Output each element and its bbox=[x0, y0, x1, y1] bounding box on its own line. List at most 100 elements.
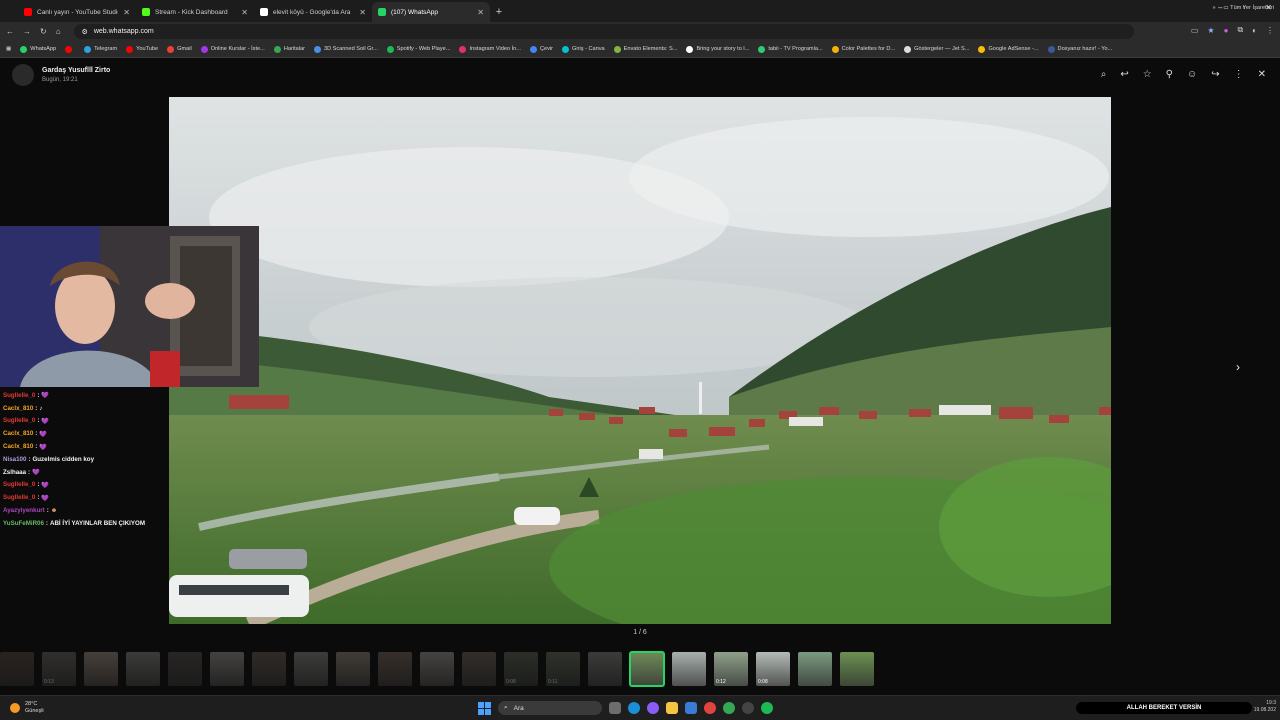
forward-icon[interactable]: → bbox=[23, 27, 31, 36]
media-thumbnail[interactable] bbox=[294, 652, 328, 686]
weather-widget[interactable]: 28°C Güneşli bbox=[10, 701, 44, 714]
bookmark-star-icon[interactable]: ★ bbox=[1207, 26, 1214, 35]
home-icon[interactable]: ⌂ bbox=[56, 27, 61, 36]
back-icon[interactable]: ← bbox=[6, 27, 14, 36]
pin-icon[interactable]: ⚲ bbox=[1166, 69, 1173, 80]
media-thumbnail[interactable] bbox=[0, 652, 34, 686]
tab-close-icon[interactable]: ✕ bbox=[359, 8, 366, 17]
extensions-puzzle-icon[interactable]: ⧉ bbox=[1237, 25, 1243, 35]
media-thumbnail[interactable]: 0:08 bbox=[504, 652, 538, 686]
media-thumbnail[interactable] bbox=[210, 652, 244, 686]
react-emoji-icon[interactable]: ☺ bbox=[1187, 69, 1197, 80]
chrome-icon[interactable] bbox=[704, 702, 716, 714]
all-bookmarks-link[interactable]: Tüm Yer İşaretleri bbox=[1230, 5, 1274, 11]
media-thumbnail[interactable] bbox=[462, 652, 496, 686]
media-thumbnail[interactable] bbox=[798, 652, 832, 686]
taskbar-search[interactable]: ⌕ Ara bbox=[498, 701, 602, 715]
browser-tab[interactable]: (107) WhatsApp ✕ bbox=[372, 2, 490, 22]
address-bar[interactable]: ⚙ web.whatsapp.com bbox=[73, 24, 1134, 39]
media-thumbnail[interactable]: 0:11 bbox=[546, 652, 580, 686]
media-thumbnail[interactable] bbox=[378, 652, 412, 686]
profile-avatar-icon[interactable]: ◐ bbox=[1252, 26, 1257, 35]
chat-username[interactable]: Zslhaaa bbox=[3, 469, 26, 476]
media-thumbnail[interactable] bbox=[252, 652, 286, 686]
spotify-icon[interactable] bbox=[761, 702, 773, 714]
bookmark-favicon-icon bbox=[386, 45, 394, 53]
media-thumbnail[interactable]: 0:13 bbox=[42, 652, 76, 686]
new-tab-button[interactable]: + bbox=[490, 2, 508, 22]
star-icon[interactable]: ☆ bbox=[1143, 69, 1152, 80]
contact-avatar[interactable] bbox=[12, 64, 34, 86]
reload-icon[interactable]: ↻ bbox=[40, 27, 47, 36]
chat-username[interactable]: Caclx_810 bbox=[3, 430, 33, 437]
clock-time: 19:3 bbox=[1266, 700, 1276, 706]
explorer-icon[interactable] bbox=[666, 702, 678, 714]
system-clock[interactable]: 19:3 19.08.202 bbox=[1254, 700, 1276, 714]
bookmark-item[interactable]: Spotify - Web Playe... bbox=[386, 45, 450, 53]
bookmark-item[interactable]: tabii - TV Programla... bbox=[758, 45, 823, 53]
obs-icon[interactable] bbox=[742, 702, 754, 714]
apps-grid-icon[interactable]: ▦ bbox=[6, 46, 11, 52]
copilot-icon[interactable] bbox=[647, 702, 659, 714]
site-info-icon[interactable]: ⚙ bbox=[82, 28, 88, 36]
start-button[interactable] bbox=[478, 701, 491, 715]
extension-icon[interactable]: ● bbox=[1224, 26, 1229, 35]
browser-tab[interactable]: elevit köyü - Google'da Ara ✕ bbox=[254, 2, 372, 22]
media-thumbnail[interactable]: 0:08 bbox=[756, 652, 790, 686]
bookmark-item[interactable]: Online Kurslar - İste... bbox=[200, 45, 265, 53]
chat-username[interactable]: Sugllelle_0 bbox=[3, 494, 35, 501]
chat-username[interactable]: Sugllelle_0 bbox=[3, 481, 35, 488]
bookmark-item[interactable]: Color Palettes for D... bbox=[831, 45, 895, 53]
bookmark-item[interactable]: Bring your story to l... bbox=[686, 45, 749, 53]
bookmark-item[interactable]: Instagram Video İn... bbox=[459, 45, 521, 53]
browser-tab[interactable]: Canlı yayın - YouTube Studio ✕ bbox=[18, 2, 136, 22]
bookmark-item[interactable]: Google AdSense -... bbox=[978, 45, 1039, 53]
bookmark-item[interactable]: Çevir bbox=[529, 45, 553, 53]
bookmark-item[interactable]: Haritalar bbox=[273, 45, 305, 53]
media-thumbnail[interactable] bbox=[420, 652, 454, 686]
store-icon[interactable] bbox=[685, 702, 697, 714]
media-thumbnail[interactable] bbox=[126, 652, 160, 686]
bookmark-item[interactable]: 3D Scanned Soil Gr... bbox=[313, 45, 378, 53]
tab-close-icon[interactable]: ✕ bbox=[477, 8, 484, 17]
media-thumbnail[interactable] bbox=[840, 652, 874, 686]
media-thumbnail[interactable] bbox=[168, 652, 202, 686]
media-thumbnail[interactable] bbox=[336, 652, 370, 686]
bookmark-item[interactable]: Telegram bbox=[84, 45, 117, 53]
chat-username[interactable]: YuSuFeMiR06 bbox=[3, 520, 44, 527]
task-view-icon[interactable] bbox=[609, 702, 621, 714]
close-viewer-icon[interactable]: ✕ bbox=[1258, 69, 1266, 80]
forward-icon[interactable]: ↪ bbox=[1211, 69, 1219, 80]
tab-close-icon[interactable]: ✕ bbox=[123, 8, 130, 17]
chat-username[interactable]: Ayazyiyenkurt bbox=[3, 507, 45, 514]
bookmark-item[interactable]: Giriş - Canva bbox=[562, 45, 605, 53]
next-media-arrow[interactable]: › bbox=[1236, 360, 1240, 374]
edge-icon[interactable] bbox=[628, 702, 640, 714]
browser-tab[interactable]: Stream - Kick Dashboard ✕ bbox=[136, 2, 254, 22]
bookmark-item[interactable] bbox=[65, 45, 75, 53]
media-thumbnail[interactable]: 0:12 bbox=[714, 652, 748, 686]
bookmark-item[interactable]: Dosyanız hazır! - Yo... bbox=[1047, 45, 1112, 53]
more-options-icon[interactable]: ⋮ bbox=[1234, 69, 1244, 80]
bookmark-item[interactable]: Envato Elements: S... bbox=[613, 45, 677, 53]
media-thumbnail[interactable] bbox=[588, 652, 622, 686]
chat-username[interactable]: Caclx_810 bbox=[3, 405, 33, 412]
bookmark-item[interactable]: Göstergeler — Jet S... bbox=[904, 45, 969, 53]
bookmark-item[interactable]: Gmail bbox=[167, 45, 192, 53]
chrome-alt-icon[interactable] bbox=[723, 702, 735, 714]
cast-icon[interactable]: ▭ bbox=[1191, 26, 1199, 35]
reply-icon[interactable]: ↩ bbox=[1120, 69, 1128, 80]
bookmarks-more-button[interactable]: » bbox=[1213, 5, 1216, 11]
zoom-icon[interactable]: ⌕ bbox=[1101, 69, 1107, 80]
bookmark-item[interactable]: WhatsApp bbox=[20, 45, 56, 53]
menu-icon[interactable]: ⋮ bbox=[1266, 26, 1274, 35]
bookmark-item[interactable]: YouTube bbox=[126, 45, 158, 53]
chat-username[interactable]: Nisa100 bbox=[3, 456, 26, 463]
tab-close-icon[interactable]: ✕ bbox=[241, 8, 248, 17]
chat-username[interactable]: Sugllelle_0 bbox=[3, 417, 35, 424]
media-thumbnail[interactable] bbox=[672, 652, 706, 686]
media-thumbnail[interactable] bbox=[629, 651, 665, 687]
media-thumbnail[interactable] bbox=[84, 652, 118, 686]
chat-username[interactable]: Sugllelle_0 bbox=[3, 392, 35, 399]
chat-username[interactable]: Caclx_810 bbox=[3, 443, 33, 450]
